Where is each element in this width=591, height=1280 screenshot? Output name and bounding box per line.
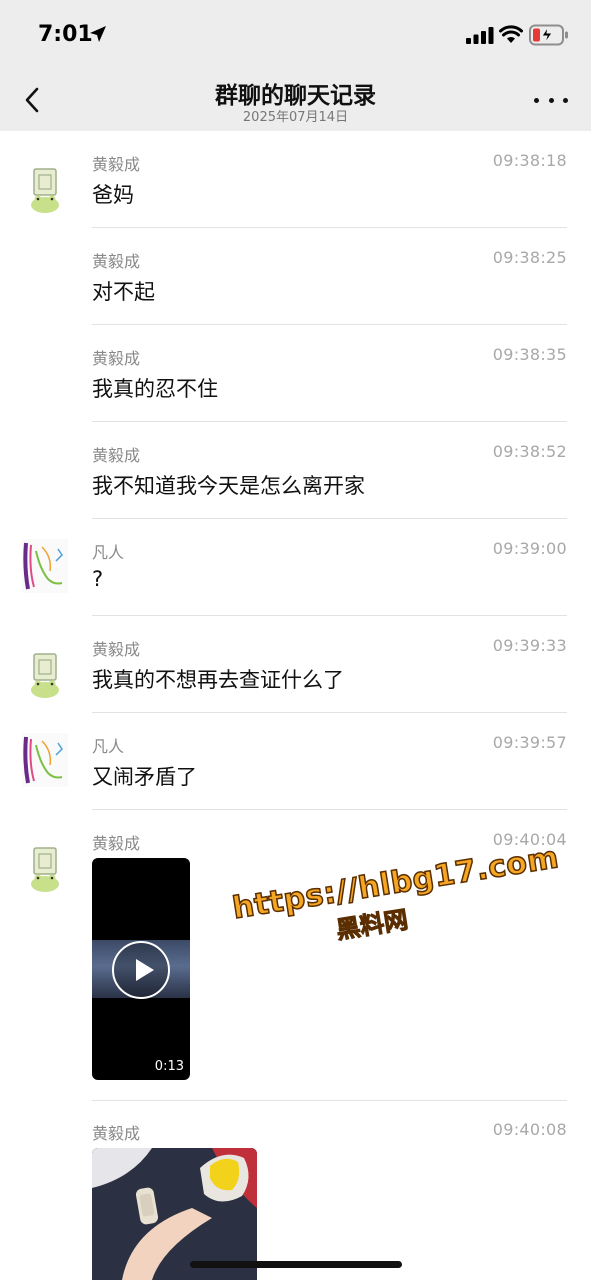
art-avatar-icon bbox=[22, 733, 68, 787]
message-text: 又闹矛盾了 bbox=[92, 765, 197, 789]
frog-avatar-icon bbox=[31, 168, 59, 213]
message-time: 09:39:00 bbox=[492, 539, 567, 558]
sender-name: 黄毅成 bbox=[92, 446, 141, 465]
message-time: 09:39:57 bbox=[492, 733, 567, 752]
message-text: 我真的不想再去查证什么了 bbox=[92, 668, 344, 692]
sender-name: 黄毅成 bbox=[92, 834, 141, 853]
more-dot-icon bbox=[548, 97, 554, 103]
wifi-icon bbox=[499, 25, 523, 43]
message-item[interactable]: 凡人 09:39:00 ? bbox=[0, 519, 591, 616]
message-text: 我不知道我今天是怎么离开家 bbox=[92, 474, 365, 498]
sender-name: 黄毅成 bbox=[92, 1124, 141, 1143]
message-item[interactable]: 黄毅成 09:38:18 爸妈 bbox=[0, 131, 591, 228]
video-thumbnail[interactable]: 0:13 bbox=[92, 858, 190, 1080]
sender-name: 黄毅成 bbox=[92, 252, 141, 271]
message-item[interactable]: 黄毅成 09:38:52 我不知道我今天是怎么离开家 bbox=[0, 422, 591, 519]
message-item[interactable]: 黄毅成 09:38:35 我真的忍不住 bbox=[0, 325, 591, 422]
message-time: 09:38:35 bbox=[492, 345, 567, 364]
status-time: 7:01 bbox=[38, 22, 93, 47]
frog-avatar-icon bbox=[31, 653, 59, 698]
sender-name: 凡人 bbox=[92, 543, 125, 562]
page-title: 群聊的聊天记录 bbox=[215, 83, 376, 109]
message-text: 对不起 bbox=[92, 280, 155, 304]
nav-header: 7:01 群聊的聊天记录 2025年07月14日 bbox=[0, 0, 591, 131]
more-options-button[interactable] bbox=[534, 90, 568, 110]
cellular-signal-icon bbox=[466, 27, 494, 44]
message-time: 09:39:33 bbox=[492, 636, 567, 655]
message-time: 09:38:18 bbox=[492, 151, 567, 170]
art-avatar-icon bbox=[22, 539, 68, 593]
message-time: 09:40:08 bbox=[492, 1120, 567, 1139]
message-item[interactable]: 黄毅成 09:40:08 bbox=[0, 1100, 591, 1280]
more-dot-icon bbox=[534, 97, 539, 103]
location-arrow-icon bbox=[90, 26, 106, 42]
more-dot-icon bbox=[563, 97, 568, 103]
message-text: 爸妈 bbox=[92, 183, 134, 207]
sender-name: 黄毅成 bbox=[92, 640, 141, 659]
video-duration: 0:13 bbox=[154, 1059, 184, 1074]
frog-avatar-icon bbox=[31, 847, 59, 892]
message-item[interactable]: 黄毅成 09:39:33 我真的不想再去查证什么了 bbox=[0, 616, 591, 713]
home-indicator[interactable] bbox=[190, 1261, 402, 1268]
message-time: 09:38:52 bbox=[492, 442, 567, 461]
message-item[interactable]: 凡人 09:39:57 又闹矛盾了 bbox=[0, 713, 591, 810]
page-subtitle-date: 2025年07月14日 bbox=[242, 110, 349, 125]
message-time: 09:38:25 bbox=[492, 248, 567, 267]
sender-name: 黄毅成 bbox=[92, 155, 141, 174]
message-text: ? bbox=[92, 567, 104, 591]
play-icon[interactable] bbox=[112, 941, 170, 999]
message-item[interactable]: 黄毅成 09:38:25 对不起 bbox=[0, 228, 591, 325]
battery-charging-icon bbox=[529, 24, 568, 46]
message-text: 我真的忍不住 bbox=[92, 377, 218, 401]
sender-name: 黄毅成 bbox=[92, 349, 141, 368]
sender-name: 凡人 bbox=[92, 737, 125, 756]
